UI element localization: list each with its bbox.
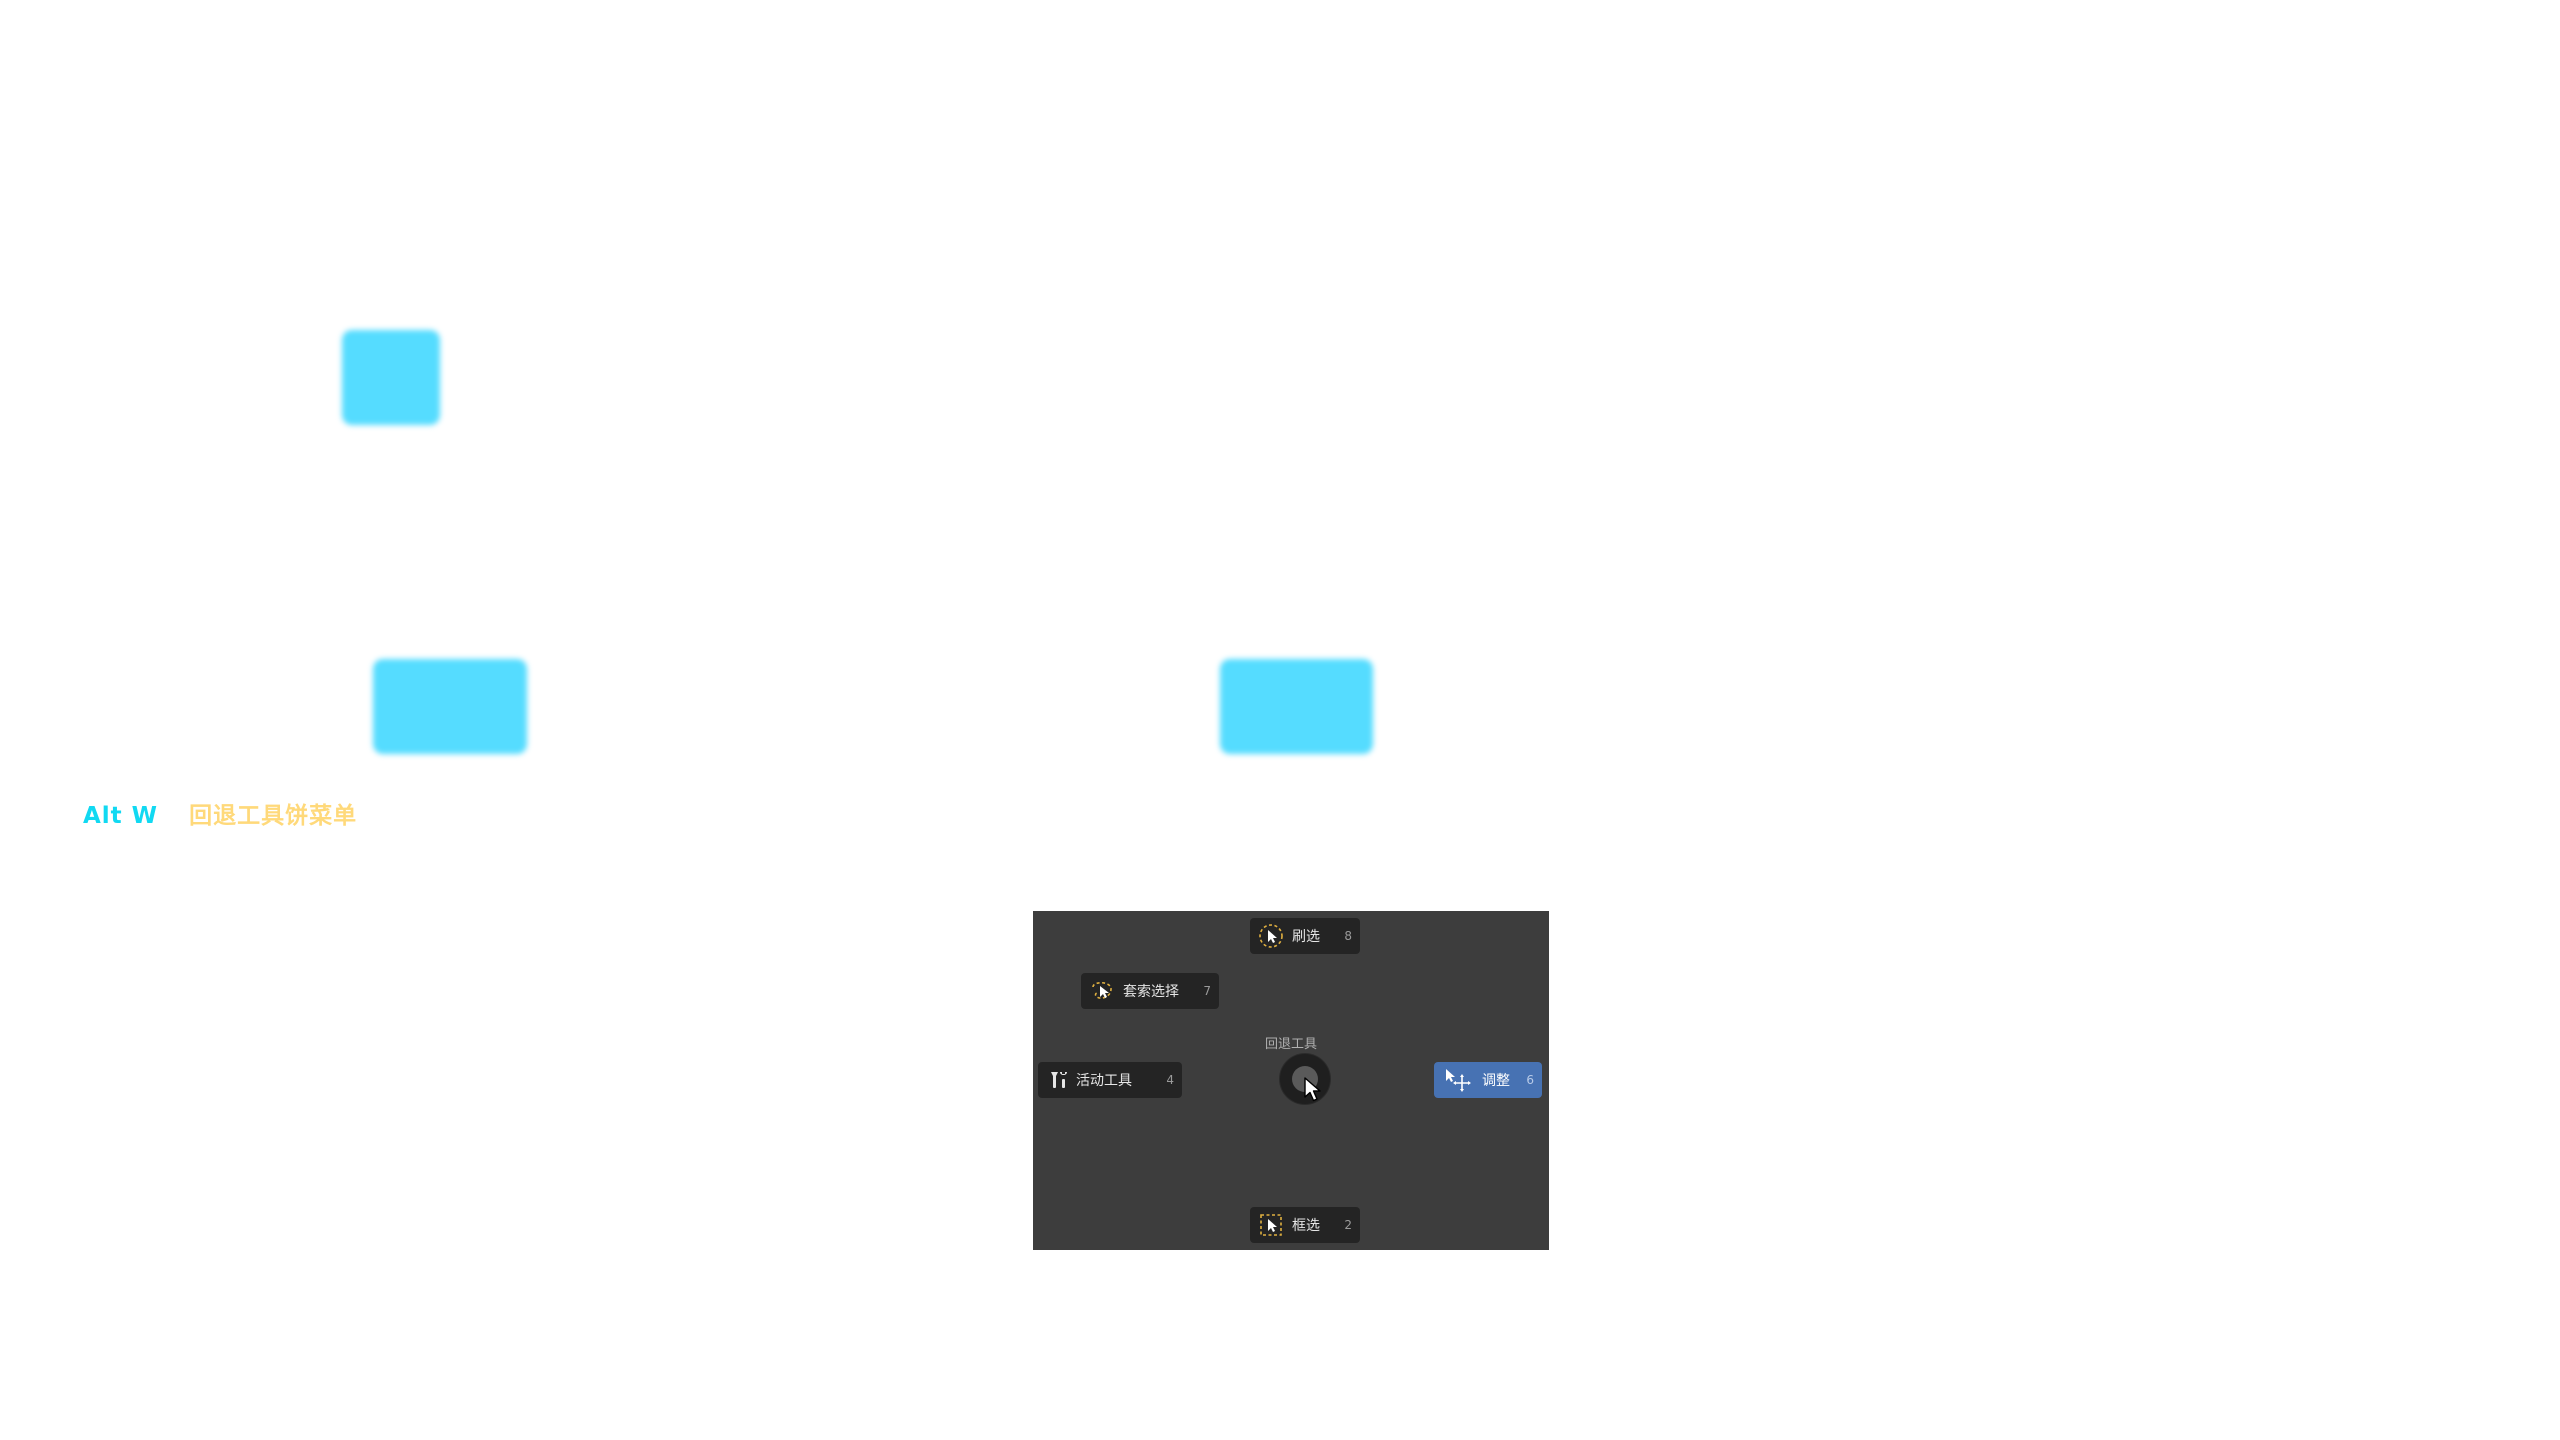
- pie-item-box-select[interactable]: 框选 2: [1250, 1207, 1360, 1243]
- tweak-icon: [1442, 1067, 1474, 1093]
- shortcut-keys: Alt W: [83, 803, 159, 829]
- pie-item-label: 活动工具: [1076, 1073, 1132, 1089]
- blurred-box-bottom-right: [1220, 659, 1373, 754]
- stage: Alt W 回退工具饼菜单 刷选 8 套索选择 7 活动工具 4 调整 6 框选…: [0, 0, 2560, 1440]
- pie-menu-screenshot: 刷选 8 套索选择 7 活动工具 4 调整 6 框选 2 回退工具: [1033, 911, 1549, 1250]
- pie-item-key: 8: [1344, 929, 1352, 943]
- pie-item-lasso-select[interactable]: 套索选择 7: [1081, 973, 1219, 1009]
- mouse-cursor-icon: [1303, 1076, 1325, 1108]
- shortcut-caption: Alt W 回退工具饼菜单: [83, 796, 357, 830]
- shortcut-description: 回退工具饼菜单: [189, 803, 358, 829]
- active-tool-icon: [1046, 1067, 1072, 1093]
- pie-item-key: 4: [1166, 1073, 1174, 1087]
- pie-item-label: 调整: [1482, 1073, 1510, 1089]
- blurred-box-bottom-left: [373, 659, 527, 754]
- pie-item-key: 7: [1203, 984, 1211, 998]
- pie-menu-title: 回退工具: [1264, 1037, 1317, 1052]
- blurred-box-top-left: [342, 330, 440, 425]
- pie-item-brush-select[interactable]: 刷选 8: [1250, 918, 1360, 954]
- pie-item-key: 6: [1526, 1073, 1534, 1087]
- box-select-icon: [1258, 1212, 1284, 1238]
- lasso-select-icon: [1089, 978, 1115, 1004]
- pie-item-label: 框选: [1292, 1218, 1320, 1234]
- pie-item-tweak[interactable]: 调整 6: [1434, 1062, 1542, 1098]
- pie-item-active-tool[interactable]: 活动工具 4: [1038, 1062, 1182, 1098]
- brush-select-icon: [1258, 923, 1284, 949]
- pie-item-label: 套索选择: [1123, 984, 1179, 1000]
- pie-item-label: 刷选: [1292, 929, 1320, 945]
- pie-item-key: 2: [1344, 1218, 1352, 1232]
